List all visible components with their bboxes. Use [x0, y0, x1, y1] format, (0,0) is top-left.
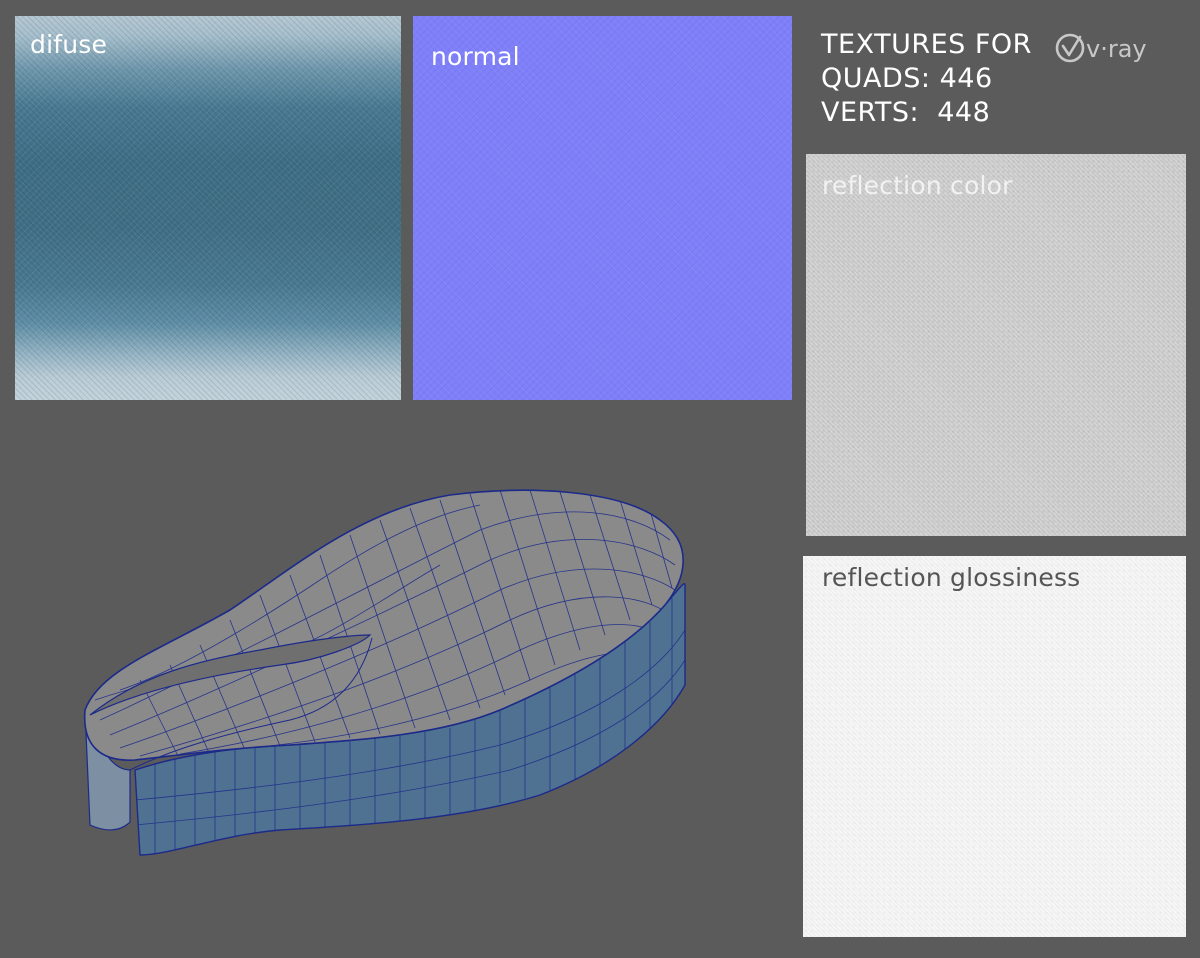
verts-count: VERTS: 448: [821, 97, 991, 128]
quads-count: QUADS: 446: [821, 63, 993, 94]
reflection-glossiness-texture-map: reflection glossiness: [803, 556, 1186, 937]
reflection-glossiness-label: reflection glossiness: [822, 563, 1081, 592]
wireframe-mesh-render: [83, 489, 686, 856]
diffuse-texture-map: difuse: [15, 16, 401, 400]
info-title: TEXTURES FOR: [821, 29, 1032, 60]
diffuse-label: difuse: [30, 30, 108, 59]
vray-brand-text: v·ray: [1086, 35, 1147, 63]
reflection-color-texture-map: reflection color: [806, 154, 1186, 536]
reflection-color-label: reflection color: [822, 171, 1013, 200]
mesh-info: TEXTURES FOR QUADS: 446 VERTS: 448: [821, 28, 1032, 130]
normal-texture-map: normal: [413, 16, 792, 400]
vray-logo-icon: v·ray: [1055, 33, 1147, 63]
normal-label: normal: [431, 42, 520, 71]
